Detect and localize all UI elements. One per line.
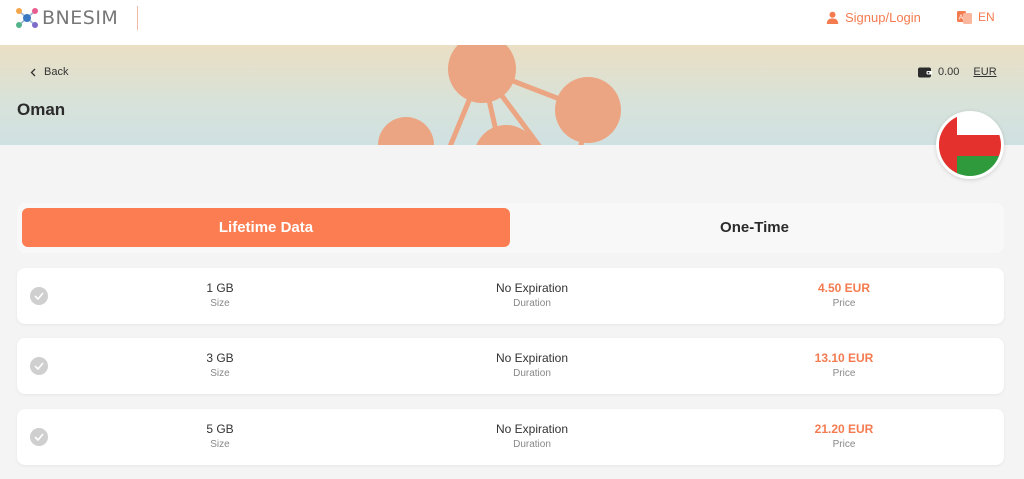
plan-duration: No Expiration Duration [432, 422, 632, 452]
top-bar: BNESIM Signup/Login A EN [0, 0, 1024, 45]
flag-icon [939, 114, 1001, 176]
wallet-balance: 0.00 EUR [918, 66, 997, 78]
duration-value: No Expiration [495, 351, 569, 365]
plan-card-3gb[interactable]: 3 GB Size No Expiration Duration 13.10 E… [17, 338, 1004, 394]
tab-lifetime-data[interactable]: Lifetime Data [22, 208, 510, 247]
svg-text:A: A [959, 13, 964, 21]
translate-icon: A [957, 10, 972, 24]
plan-duration: No Expiration Duration [432, 281, 632, 311]
plan-price: 4.50 EUR Price [744, 281, 944, 311]
back-label: Back [44, 66, 69, 78]
check-icon[interactable] [30, 287, 48, 305]
language-label: EN [978, 10, 995, 24]
price-label: Price [832, 368, 856, 379]
duration-label: Duration [513, 368, 551, 379]
plan-type-tabs: Lifetime Data One-Time [17, 203, 1004, 253]
plan-price: 21.20 EUR Price [744, 422, 944, 452]
wallet-icon [918, 67, 932, 78]
check-icon[interactable] [30, 357, 48, 375]
hero-banner: Back Oman 0.00 EUR [0, 45, 1024, 145]
signup-login-link[interactable]: Signup/Login [826, 10, 921, 25]
price-label: Price [832, 439, 856, 450]
header-divider [137, 6, 138, 30]
size-value: 5 GB [206, 422, 234, 436]
currency-selector[interactable]: EUR [973, 66, 996, 78]
size-label: Size [210, 439, 230, 450]
price-value: 21.20 EUR [814, 422, 874, 436]
page-title: Oman [17, 100, 66, 119]
plan-card-5gb[interactable]: 5 GB Size No Expiration Duration 21.20 E… [17, 409, 1004, 465]
duration-value: No Expiration [495, 281, 569, 295]
tab-one-time[interactable]: One-Time [510, 208, 999, 247]
user-icon [826, 11, 839, 24]
duration-value: No Expiration [495, 422, 569, 436]
language-selector[interactable]: A EN [957, 10, 995, 24]
logo-molecule-icon [16, 8, 38, 28]
balance-amount: 0.00 [938, 66, 960, 78]
size-label: Size [210, 368, 230, 379]
duration-label: Duration [513, 439, 551, 450]
molecule-illustration [378, 45, 621, 145]
brand-logo[interactable]: BNESIM [14, 6, 118, 30]
plan-duration: No Expiration Duration [432, 351, 632, 381]
check-icon[interactable] [30, 428, 48, 446]
size-label: Size [210, 298, 230, 309]
chevron-left-icon [30, 68, 36, 76]
price-value: 13.10 EUR [814, 351, 874, 365]
plan-card-1gb[interactable]: 1 GB Size No Expiration Duration 4.50 EU… [17, 268, 1004, 324]
size-value: 1 GB [206, 281, 234, 295]
plan-size: 3 GB Size [120, 351, 320, 381]
plan-price: 13.10 EUR Price [744, 351, 944, 381]
plan-size: 1 GB Size [120, 281, 320, 311]
plan-size: 5 GB Size [120, 422, 320, 452]
duration-label: Duration [513, 298, 551, 309]
oman-flag [936, 111, 1004, 179]
size-value: 3 GB [206, 351, 234, 365]
price-value: 4.50 EUR [817, 281, 871, 295]
back-button[interactable]: Back [30, 66, 68, 78]
signup-login-label: Signup/Login [845, 10, 921, 25]
brand-name: BNESIM [42, 7, 119, 29]
price-label: Price [832, 298, 856, 309]
